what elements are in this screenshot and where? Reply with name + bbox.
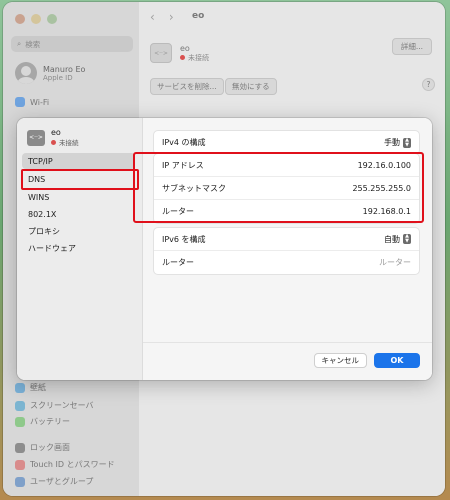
network-service-icon: <··> [150, 43, 172, 63]
wifi-icon [15, 97, 25, 107]
back-arrow-icon[interactable]: ‹ [150, 10, 155, 24]
status-text: 未接続 [188, 53, 209, 62]
ipv6-config-label: IPv6 を構成 [162, 234, 206, 244]
status-dot-icon [180, 55, 185, 60]
disable-button[interactable]: 無効にする [225, 78, 277, 95]
sidebar-item-lock-screen[interactable]: ロック画面 [15, 442, 70, 453]
ipv6-router-row: ルーター ルーター [154, 251, 419, 274]
dialog-nav-hardware[interactable]: ハードウェア [22, 240, 135, 256]
sidebar-item-label: バッテリー [30, 417, 70, 426]
ipv4-config-label: IPv4 の構成 [162, 138, 206, 147]
sidebar-item-battery[interactable]: バッテリー [15, 416, 70, 427]
screensaver-icon [15, 400, 25, 411]
help-button[interactable]: ? [422, 78, 435, 91]
service-name: eo [180, 43, 190, 53]
dialog-sidebar: <··> eo 未接続 TCP/IP DNS WINS 802.1X プロキシ … [17, 118, 143, 380]
ipv4-config-value: 手動 [384, 138, 400, 147]
ipv6-router-label: ルーター [162, 258, 194, 267]
zoom-window-button[interactable] [47, 14, 57, 24]
dialog-nav-8021x[interactable]: 802.1X [22, 206, 135, 222]
dialog-nav-proxy[interactable]: プロキシ [22, 223, 135, 239]
remove-service-button[interactable]: サービスを削除... [150, 78, 224, 95]
dialog-service-header: <··> eo 未接続 [27, 128, 79, 147]
status-text: 未接続 [59, 139, 79, 147]
sidebar-item-wallpaper[interactable]: 壁紙 [15, 382, 46, 393]
avatar [15, 62, 37, 84]
ipv4-config-popup[interactable]: 手動 ▲ ▼ [384, 137, 411, 148]
chevron-updown-icon: ▲ ▼ [403, 234, 411, 244]
ipv6-config-value: 自動 [384, 234, 400, 244]
sidebar-search-input[interactable]: ⌕ 検索 [11, 36, 133, 52]
apple-id-card[interactable]: Manuro Eo Apple ID [15, 62, 85, 84]
sidebar-item-wifi[interactable]: Wi-Fi [15, 97, 49, 107]
sidebar-item-screensaver[interactable]: スクリーンセーバ [15, 400, 94, 411]
sidebar-item-label: ユーザとグループ [30, 477, 94, 486]
user-subtitle: Apple ID [43, 73, 73, 82]
sidebar-item-users[interactable]: ユーザとグループ [15, 476, 93, 487]
ok-button[interactable]: OK [374, 353, 420, 368]
dialog-nav-wins[interactable]: WINS [22, 189, 135, 205]
cancel-button[interactable]: キャンセル [313, 353, 367, 368]
sidebar-item-touch-id[interactable]: Touch ID とパスワード [15, 459, 115, 470]
lock-icon [15, 442, 25, 453]
fingerprint-icon [15, 459, 25, 470]
sidebar-item-label: スクリーンセーバ [30, 401, 94, 410]
search-placeholder: 検索 [25, 39, 41, 49]
wallpaper-icon [15, 382, 25, 393]
minimize-window-button[interactable] [31, 14, 41, 24]
dialog-footer: キャンセル OK [143, 342, 432, 380]
forward-arrow-icon[interactable]: › [169, 10, 174, 24]
network-service-icon: <··> [27, 129, 45, 146]
ipv6-config-row: IPv6 を構成 自動 ▲ ▼ [154, 228, 419, 251]
window-controls [15, 14, 57, 24]
ipv6-config-popup[interactable]: 自動 ▲ ▼ [384, 234, 411, 245]
page-title: eo [192, 11, 205, 21]
close-window-button[interactable] [15, 14, 25, 24]
status-dot-icon [51, 139, 56, 145]
ipv6-group: IPv6 を構成 自動 ▲ ▼ ルーター ルーター [153, 227, 420, 275]
ipv6-router-field[interactable]: ルーター [379, 257, 411, 268]
dialog-service-status: 未接続 [51, 137, 79, 147]
sidebar-item-label: ロック画面 [30, 443, 70, 452]
ip-settings-highlight-box [133, 152, 424, 223]
nav-arrows: ‹ › [150, 10, 174, 24]
dialog-service-name: eo [51, 128, 61, 137]
service-status: 未接続 [180, 53, 209, 63]
details-button[interactable]: 詳細... [391, 38, 432, 55]
battery-icon [15, 416, 25, 427]
ipv4-config-row: IPv4 の構成 手動 ▲ ▼ [154, 131, 419, 154]
chevron-updown-icon: ▲ ▼ [403, 137, 411, 148]
user-name: Manuro Eo [43, 64, 86, 74]
dialog-nav-tcpip[interactable]: TCP/IP [22, 153, 135, 169]
sidebar-item-label: Touch ID とパスワード [30, 460, 115, 469]
sidebar-item-label: Wi-Fi [30, 97, 50, 107]
users-icon [15, 476, 25, 487]
search-icon: ⌕ [17, 39, 22, 48]
sidebar-item-label: 壁紙 [30, 383, 46, 392]
dns-highlight-box [21, 169, 139, 190]
